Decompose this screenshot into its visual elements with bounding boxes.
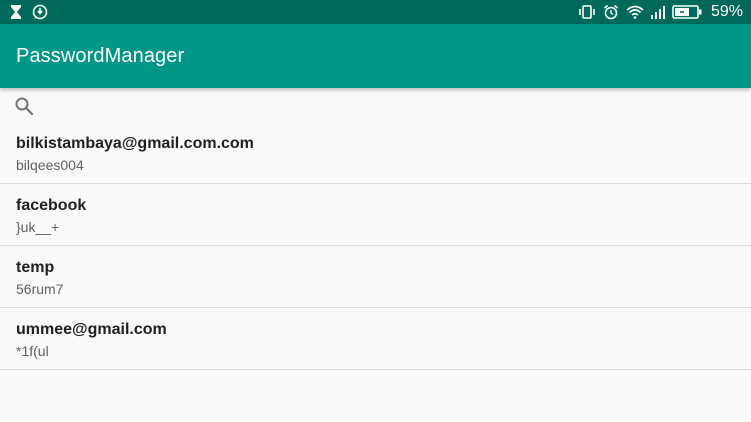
list-item[interactable]: temp 56rum7 [0,246,751,308]
account-password: *1f(ul [16,343,49,359]
search-icon[interactable] [14,96,34,121]
list-item[interactable]: bilkistambaya@gmail.com.com bilqees004 [0,122,751,184]
battery-charging-icon [672,5,702,19]
status-bar: 59% [0,0,751,24]
account-name: bilkistambaya@gmail.com.com [16,135,254,152]
list-item[interactable]: facebook }uk__+ [0,184,751,246]
account-name: temp [16,259,55,276]
status-right-icons: 59% [578,0,743,24]
account-password: }uk__+ [16,219,60,235]
account-password: bilqees004 [16,157,84,173]
hourglass-icon [10,5,22,19]
app-bar: PasswordManager [0,24,751,88]
whatsapp-icon [32,4,48,20]
account-name: ummee@gmail.com [16,321,167,338]
battery-percent: 59% [710,3,743,20]
account-password: 56rum7 [16,281,64,297]
search-row[interactable] [0,88,751,122]
status-left-icons [10,4,48,20]
vibrate-icon [578,5,596,19]
account-name: facebook [16,197,87,214]
alarm-icon [603,4,619,20]
wifi-icon [626,5,644,19]
app-title: PasswordManager [16,45,185,67]
list-item[interactable]: ummee@gmail.com *1f(ul [0,308,751,370]
password-list: bilkistambaya@gmail.com.com bilqees004 f… [0,122,751,370]
signal-icon [650,5,665,19]
